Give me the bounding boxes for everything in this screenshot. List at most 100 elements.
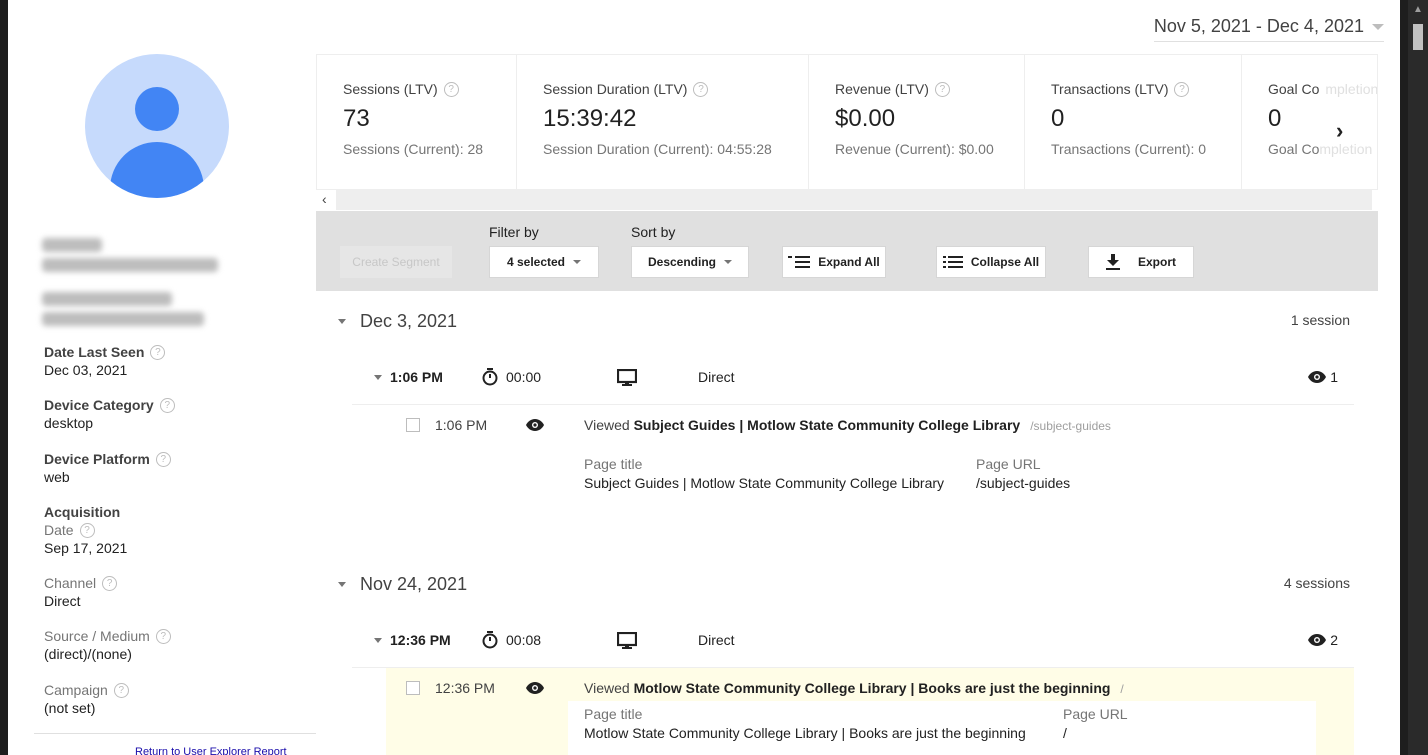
page-title-detail: Page title Motlow State Community Colleg… xyxy=(584,706,1026,741)
acquisition-label: Acquisition xyxy=(44,504,121,520)
download-icon xyxy=(1105,254,1120,270)
help-icon[interactable]: ? xyxy=(155,628,171,644)
expand-all-button[interactable]: Expand All xyxy=(782,246,886,278)
date-last-seen-label: Date Last Seen xyxy=(44,344,145,360)
hit-page-title[interactable]: Subject Guides | Motlow State Community … xyxy=(634,417,1021,433)
session-count: 4 sessions xyxy=(1283,575,1350,591)
help-icon[interactable]: ? xyxy=(1174,81,1190,97)
chevron-down-icon xyxy=(338,582,346,587)
metric-value: $0.00 xyxy=(835,105,896,132)
page-url-detail: Page URL /subject-guides xyxy=(976,456,1070,491)
filter-dropdown[interactable]: 4 selected xyxy=(489,246,599,278)
metric-value: 0 xyxy=(1268,105,1282,132)
metrics-scrollbar[interactable]: ‹ xyxy=(316,190,1378,210)
hit-row: 12:36 PM Viewed Motlow State Community C… xyxy=(386,668,1354,755)
eye-icon xyxy=(1308,371,1327,383)
sidebar-divider xyxy=(34,733,316,734)
scrollbar-thumb[interactable] xyxy=(1413,24,1423,50)
return-to-report-link[interactable]: Return to User Explorer Report xyxy=(135,746,287,755)
session-row[interactable]: 12:36 PM 00:08 Direct 2 xyxy=(352,612,1354,668)
metric-value: 73 xyxy=(343,105,370,132)
help-icon[interactable]: ? xyxy=(79,522,95,538)
avatar-head xyxy=(135,87,179,131)
metric-title: Revenue (LTV) xyxy=(835,81,929,97)
acquisition-field: Acquisition Date? Sep 17, 2021 xyxy=(44,503,127,557)
eye-icon xyxy=(526,419,544,431)
acquisition-date-label: Date xyxy=(44,522,74,538)
campaign-label: Campaign xyxy=(44,682,108,698)
stopwatch-icon xyxy=(482,631,498,649)
date-group-header[interactable]: Dec 3, 2021 xyxy=(338,311,457,332)
date-range-text: Nov 5, 2021 - Dec 4, 2021 xyxy=(1153,16,1364,36)
hit-description: Viewed Motlow State Community College Li… xyxy=(584,680,1124,696)
chevron-left-icon[interactable]: ‹ xyxy=(322,191,327,207)
session-time: 12:36 PM xyxy=(390,632,451,648)
hit-page-title[interactable]: Motlow State Community College Library |… xyxy=(634,680,1111,696)
page-url-detail: Page URL / xyxy=(1063,706,1128,741)
date-range-selector[interactable]: Nov 5, 2021 - Dec 4, 2021 xyxy=(1153,16,1384,42)
date-last-seen-value: Dec 03, 2021 xyxy=(44,362,128,378)
metric-title: Session Duration (LTV) xyxy=(543,81,688,97)
sort-dropdown[interactable]: Descending xyxy=(631,246,749,278)
page-title-label: Page title xyxy=(584,706,643,722)
channel-field: Channel? Direct xyxy=(44,574,118,610)
metric-title: Goal Co xyxy=(1268,81,1320,97)
session-count: 1 session xyxy=(1290,312,1350,328)
hit-time: 1:06 PM xyxy=(435,417,488,433)
metric-session-duration: Session Duration (LTV)? 15:39:42 Session… xyxy=(517,55,809,189)
metric-title-faded: mpletion xyxy=(1325,81,1378,97)
date-last-seen-field: Date Last Seen? Dec 03, 2021 xyxy=(44,343,166,379)
sort-value: Descending xyxy=(647,255,716,269)
metric-current: Sessions (Current): 28 xyxy=(343,141,484,157)
collapse-all-button[interactable]: Collapse All xyxy=(936,246,1046,278)
session-card: 12:36 PM 00:08 Direct 2 12:36 PM Viewed … xyxy=(352,612,1354,755)
chevron-right-icon[interactable]: › xyxy=(1336,118,1343,144)
source-medium-label: Source / Medium xyxy=(44,628,150,644)
user-explorer-frame: Nov 5, 2021 - Dec 4, 2021 Date Last Seen… xyxy=(8,0,1400,755)
metric-value: 0 xyxy=(1051,105,1065,132)
desktop-icon xyxy=(616,368,638,386)
campaign-value: (not set) xyxy=(44,700,96,716)
help-icon[interactable]: ? xyxy=(155,451,171,467)
help-icon[interactable]: ? xyxy=(693,81,709,97)
chevron-up-icon[interactable]: ▲ xyxy=(1413,4,1423,15)
date-group-header[interactable]: Nov 24, 2021 xyxy=(338,574,467,595)
help-icon[interactable]: ? xyxy=(443,81,459,97)
help-icon[interactable]: ? xyxy=(934,81,950,97)
help-icon[interactable]: ? xyxy=(159,397,175,413)
session-row[interactable]: 1:06 PM 00:00 Direct 1 xyxy=(352,349,1354,405)
hit-checkbox[interactable] xyxy=(406,681,420,695)
page-scrollbar[interactable]: ▲ xyxy=(1408,0,1428,755)
redacted-client-id-label xyxy=(42,238,102,252)
metric-transactions: Transactions (LTV)? 0 Transactions (Curr… xyxy=(1025,55,1242,189)
redacted-client-id-value xyxy=(42,258,218,272)
help-icon[interactable]: ? xyxy=(113,682,129,698)
device-platform-label: Device Platform xyxy=(44,451,150,467)
export-button[interactable]: Export xyxy=(1088,246,1194,278)
help-icon[interactable]: ? xyxy=(102,575,118,591)
toolbar: Create Segment Filter by 4 selected Sort… xyxy=(316,211,1378,291)
metric-title: Sessions (LTV) xyxy=(343,81,438,97)
hit-action: Viewed xyxy=(584,680,630,696)
create-segment-button[interactable]: Create Segment xyxy=(340,246,452,278)
help-icon[interactable]: ? xyxy=(150,344,166,360)
hit-action: Viewed xyxy=(584,417,630,433)
chevron-down-icon xyxy=(1372,23,1384,30)
channel-value: Direct xyxy=(44,593,81,609)
hit-checkbox[interactable] xyxy=(406,418,420,432)
scrollbar-track[interactable] xyxy=(336,190,1372,210)
metric-current-faded: mpletion xyxy=(1319,141,1373,157)
page-title-value: Motlow State Community College Library |… xyxy=(584,725,1026,741)
export-label: Export xyxy=(1137,255,1176,269)
redacted-user-id-label xyxy=(42,292,172,306)
filter-label: Filter by xyxy=(489,224,539,240)
date-group-date: Dec 3, 2021 xyxy=(360,311,458,331)
metrics-carousel: Sessions (LTV)? 73 Sessions (Current): 2… xyxy=(316,54,1378,190)
hit-row: 1:06 PM Viewed Subject Guides | Motlow S… xyxy=(352,405,1354,531)
metric-title: Transactions (LTV) xyxy=(1051,81,1169,97)
source-medium-field: Source / Medium? (direct)/(none) xyxy=(44,627,171,663)
source-medium-value: (direct)/(none) xyxy=(44,646,132,662)
page-url-label: Page URL xyxy=(976,456,1041,472)
metric-current: Session Duration (Current): 04:55:28 xyxy=(543,141,772,157)
device-category-field: Device Category? desktop xyxy=(44,396,175,432)
